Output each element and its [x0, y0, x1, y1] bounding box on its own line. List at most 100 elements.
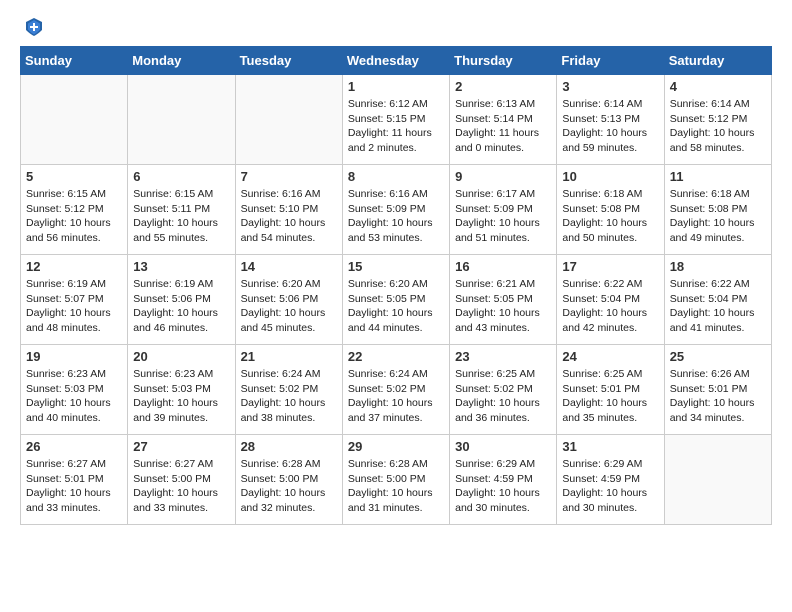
calendar-cell: 19 Sunrise: 6:23 AMSunset: 5:03 PMDayligh…: [21, 345, 128, 435]
day-number: 4: [670, 79, 766, 94]
calendar-cell: 24 Sunrise: 6:25 AMSunset: 5:01 PMDayligh…: [557, 345, 664, 435]
day-number: 14: [241, 259, 337, 274]
day-number: 8: [348, 169, 444, 184]
calendar-cell: 27 Sunrise: 6:27 AMSunset: 5:00 PMDayligh…: [128, 435, 235, 525]
calendar-cell: 16 Sunrise: 6:21 AMSunset: 5:05 PMDayligh…: [450, 255, 557, 345]
calendar-cell: 23 Sunrise: 6:25 AMSunset: 5:02 PMDayligh…: [450, 345, 557, 435]
day-number: 18: [670, 259, 766, 274]
day-number: 3: [562, 79, 658, 94]
calendar-week-row: 1 Sunrise: 6:12 AMSunset: 5:15 PMDaylight…: [21, 75, 772, 165]
day-number: 28: [241, 439, 337, 454]
calendar-cell: 14 Sunrise: 6:20 AMSunset: 5:06 PMDayligh…: [235, 255, 342, 345]
calendar-cell: 18 Sunrise: 6:22 AMSunset: 5:04 PMDayligh…: [664, 255, 771, 345]
calendar-cell: 20 Sunrise: 6:23 AMSunset: 5:03 PMDayligh…: [128, 345, 235, 435]
day-info: Sunrise: 6:20 AMSunset: 5:06 PMDaylight:…: [241, 277, 337, 336]
day-info: Sunrise: 6:26 AMSunset: 5:01 PMDaylight:…: [670, 367, 766, 426]
page-container: SundayMondayTuesdayWednesdayThursdayFrid…: [0, 0, 792, 541]
logo-flag-icon: [23, 16, 45, 38]
day-number: 25: [670, 349, 766, 364]
weekday-header: Saturday: [664, 47, 771, 75]
calendar-cell: 26Sunrise: 6:27 AMSunset: 5:01 PMDayligh…: [21, 435, 128, 525]
day-number: 27: [133, 439, 229, 454]
calendar-table: SundayMondayTuesdayWednesdayThursdayFrid…: [20, 46, 772, 525]
day-info: Sunrise: 6:25 AMSunset: 5:02 PMDaylight:…: [455, 367, 551, 426]
day-number: 17: [562, 259, 658, 274]
day-number: 15: [348, 259, 444, 274]
calendar-cell: 2 Sunrise: 6:13 AMSunset: 5:14 PMDaylight…: [450, 75, 557, 165]
day-info: Sunrise: 6:27 AMSunset: 5:00 PMDaylight:…: [133, 457, 229, 516]
day-info: Sunrise: 6:12 AMSunset: 5:15 PMDaylight:…: [348, 97, 444, 156]
day-number: 21: [241, 349, 337, 364]
calendar-cell: 25 Sunrise: 6:26 AMSunset: 5:01 PMDayligh…: [664, 345, 771, 435]
calendar-cell: 11 Sunrise: 6:18 AMSunset: 5:08 PMDayligh…: [664, 165, 771, 255]
calendar-cell: 22 Sunrise: 6:24 AMSunset: 5:02 PMDayligh…: [342, 345, 449, 435]
day-info: Sunrise: 6:29 AMSunset: 4:59 PMDaylight:…: [562, 457, 658, 516]
calendar-cell: 1 Sunrise: 6:12 AMSunset: 5:15 PMDaylight…: [342, 75, 449, 165]
day-number: 23: [455, 349, 551, 364]
day-number: 1: [348, 79, 444, 94]
calendar-week-row: 5 Sunrise: 6:15 AMSunset: 5:12 PMDaylight…: [21, 165, 772, 255]
day-number: 13: [133, 259, 229, 274]
calendar-week-row: 19 Sunrise: 6:23 AMSunset: 5:03 PMDayligh…: [21, 345, 772, 435]
day-info: Sunrise: 6:24 AMSunset: 5:02 PMDaylight:…: [348, 367, 444, 426]
day-info: Sunrise: 6:17 AMSunset: 5:09 PMDaylight:…: [455, 187, 551, 246]
calendar-week-row: 26Sunrise: 6:27 AMSunset: 5:01 PMDayligh…: [21, 435, 772, 525]
day-number: 16: [455, 259, 551, 274]
day-info: Sunrise: 6:25 AMSunset: 5:01 PMDaylight:…: [562, 367, 658, 426]
day-info: Sunrise: 6:19 AMSunset: 5:06 PMDaylight:…: [133, 277, 229, 336]
day-info: Sunrise: 6:28 AMSunset: 5:00 PMDaylight:…: [348, 457, 444, 516]
day-info: Sunrise: 6:21 AMSunset: 5:05 PMDaylight:…: [455, 277, 551, 336]
day-info: Sunrise: 6:22 AMSunset: 5:04 PMDaylight:…: [670, 277, 766, 336]
calendar-cell: 8 Sunrise: 6:16 AMSunset: 5:09 PMDaylight…: [342, 165, 449, 255]
calendar-cell: 29 Sunrise: 6:28 AMSunset: 5:00 PMDayligh…: [342, 435, 449, 525]
day-number: 26: [26, 439, 122, 454]
day-info: Sunrise: 6:13 AMSunset: 5:14 PMDaylight:…: [455, 97, 551, 156]
day-info: Sunrise: 6:24 AMSunset: 5:02 PMDaylight:…: [241, 367, 337, 426]
calendar-cell: 17Sunrise: 6:22 AMSunset: 5:04 PMDayligh…: [557, 255, 664, 345]
calendar-cell: 21 Sunrise: 6:24 AMSunset: 5:02 PMDayligh…: [235, 345, 342, 435]
day-number: 6: [133, 169, 229, 184]
day-number: 19: [26, 349, 122, 364]
day-number: 5: [26, 169, 122, 184]
day-info: Sunrise: 6:23 AMSunset: 5:03 PMDaylight:…: [133, 367, 229, 426]
day-info: Sunrise: 6:18 AMSunset: 5:08 PMDaylight:…: [562, 187, 658, 246]
day-number: 24: [562, 349, 658, 364]
day-number: 22: [348, 349, 444, 364]
calendar-cell: [128, 75, 235, 165]
day-info: Sunrise: 6:15 AMSunset: 5:12 PMDaylight:…: [26, 187, 122, 246]
calendar-cell: 10 Sunrise: 6:18 AMSunset: 5:08 PMDayligh…: [557, 165, 664, 255]
day-number: 2: [455, 79, 551, 94]
calendar-cell: 13 Sunrise: 6:19 AMSunset: 5:06 PMDayligh…: [128, 255, 235, 345]
day-info: Sunrise: 6:23 AMSunset: 5:03 PMDaylight:…: [26, 367, 122, 426]
day-number: 20: [133, 349, 229, 364]
day-info: Sunrise: 6:19 AMSunset: 5:07 PMDaylight:…: [26, 277, 122, 336]
day-info: Sunrise: 6:14 AMSunset: 5:12 PMDaylight:…: [670, 97, 766, 156]
day-number: 7: [241, 169, 337, 184]
weekday-header: Friday: [557, 47, 664, 75]
weekday-header: Sunday: [21, 47, 128, 75]
calendar-cell: 7 Sunrise: 6:16 AMSunset: 5:10 PMDaylight…: [235, 165, 342, 255]
calendar-cell: 3Sunrise: 6:14 AMSunset: 5:13 PMDaylight…: [557, 75, 664, 165]
calendar-cell: [235, 75, 342, 165]
calendar-cell: 4 Sunrise: 6:14 AMSunset: 5:12 PMDaylight…: [664, 75, 771, 165]
day-info: Sunrise: 6:15 AMSunset: 5:11 PMDaylight:…: [133, 187, 229, 246]
weekday-header: Monday: [128, 47, 235, 75]
calendar-cell: 9Sunrise: 6:17 AMSunset: 5:09 PMDaylight…: [450, 165, 557, 255]
calendar-cell: 28 Sunrise: 6:28 AMSunset: 5:00 PMDayligh…: [235, 435, 342, 525]
weekday-header-row: SundayMondayTuesdayWednesdayThursdayFrid…: [21, 47, 772, 75]
day-info: Sunrise: 6:18 AMSunset: 5:08 PMDaylight:…: [670, 187, 766, 246]
calendar-week-row: 12 Sunrise: 6:19 AMSunset: 5:07 PMDayligh…: [21, 255, 772, 345]
calendar-cell: 15 Sunrise: 6:20 AMSunset: 5:05 PMDayligh…: [342, 255, 449, 345]
day-number: 29: [348, 439, 444, 454]
calendar-cell: [664, 435, 771, 525]
calendar-cell: 6 Sunrise: 6:15 AMSunset: 5:11 PMDaylight…: [128, 165, 235, 255]
day-number: 12: [26, 259, 122, 274]
day-number: 10: [562, 169, 658, 184]
day-info: Sunrise: 6:28 AMSunset: 5:00 PMDaylight:…: [241, 457, 337, 516]
weekday-header: Tuesday: [235, 47, 342, 75]
day-number: 11: [670, 169, 766, 184]
calendar-cell: 31Sunrise: 6:29 AMSunset: 4:59 PMDayligh…: [557, 435, 664, 525]
day-info: Sunrise: 6:16 AMSunset: 5:10 PMDaylight:…: [241, 187, 337, 246]
day-info: Sunrise: 6:16 AMSunset: 5:09 PMDaylight:…: [348, 187, 444, 246]
day-info: Sunrise: 6:20 AMSunset: 5:05 PMDaylight:…: [348, 277, 444, 336]
